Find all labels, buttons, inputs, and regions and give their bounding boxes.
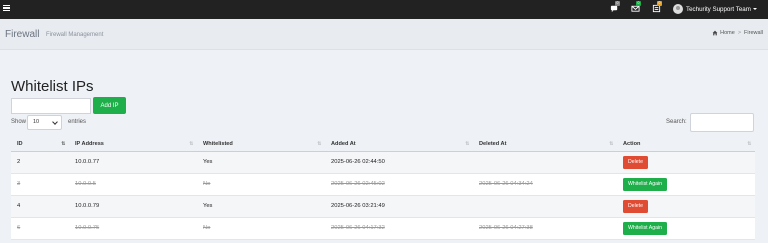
- cell-whitelisted: Yes: [197, 195, 325, 218]
- user-menu[interactable]: Techurity Support Team: [673, 3, 757, 15]
- cell-deleted: 2025-06-26 04:34:24: [473, 173, 617, 196]
- tasks-icon[interactable]: 0: [652, 1, 662, 14]
- cell-ip: 10.0.0.75: [69, 217, 197, 240]
- cell-action: Delete: [617, 151, 755, 174]
- entries-select[interactable]: 10: [27, 115, 62, 130]
- column-header-id[interactable]: ID ⇅: [11, 137, 69, 152]
- cell-whitelisted: No: [197, 217, 325, 240]
- cell-whitelisted: No: [197, 173, 325, 196]
- section-heading: Whitelist IPs: [11, 78, 94, 95]
- cell-whitelisted: Yes: [197, 151, 325, 174]
- cell-id: 6: [11, 217, 69, 240]
- menu-toggle-icon[interactable]: [3, 5, 10, 12]
- messages-badge: 0: [615, 1, 620, 6]
- table-header-row: ID ⇅ IP Address ⇅ Whitelisted ⇅ Added At ⇅ D…: [11, 137, 755, 152]
- search-label: Search:: [666, 119, 687, 125]
- home-icon: [712, 30, 718, 36]
- column-header-deleted[interactable]: Deleted At ⇅: [473, 137, 617, 152]
- cell-added: 2025-06-26 04:17:32: [325, 217, 473, 240]
- cell-id: 4: [11, 195, 69, 218]
- user-name: Techurity Support Team: [686, 5, 751, 13]
- sort-icon: ⇅: [189, 141, 193, 147]
- search-input[interactable]: [690, 113, 754, 132]
- cell-action: Whitelist Again: [617, 173, 755, 196]
- cell-added: 2025-06-26 02:45:02: [325, 173, 473, 196]
- chevron-down-icon: [52, 119, 58, 125]
- column-header-ip[interactable]: IP Address ⇅: [69, 137, 197, 152]
- ip-input[interactable]: [11, 98, 91, 114]
- breadcrumb-separator: >: [737, 30, 742, 36]
- delete-button[interactable]: Delete: [623, 199, 648, 213]
- mail-icon[interactable]: 0: [631, 1, 641, 14]
- avatar: [673, 4, 683, 14]
- sort-icon: ⇅: [747, 141, 751, 147]
- whitelist-again-button[interactable]: Whitelist Again: [623, 177, 668, 191]
- cell-id: 3: [11, 173, 69, 196]
- sort-icon: ⇅: [609, 141, 613, 147]
- top-navbar: 0 0 0 Techurity Support Team: [0, 0, 768, 19]
- cell-deleted: 2025-06-26 04:27:38: [473, 217, 617, 240]
- messages-icon[interactable]: 0: [610, 1, 620, 14]
- whitelist-table: ID ⇅ IP Address ⇅ Whitelisted ⇅ Added At ⇅ D…: [11, 137, 755, 240]
- column-header-action[interactable]: Action ⇅: [617, 137, 755, 152]
- column-header-whitelisted[interactable]: Whitelisted ⇅: [197, 137, 325, 152]
- table-row: 6 10.0.0.75 No 2025-06-26 04:17:32 2025-…: [11, 217, 755, 240]
- delete-button[interactable]: Delete: [623, 155, 648, 169]
- entries-label: entries: [68, 119, 87, 125]
- column-header-added[interactable]: Added At ⇅: [325, 137, 473, 152]
- whitelist-again-button[interactable]: Whitelist Again: [623, 221, 668, 235]
- cell-id: 2: [11, 151, 69, 174]
- page-title: Firewall: [5, 29, 40, 40]
- cell-added: 2025-06-26 03:21:49: [325, 195, 473, 218]
- add-ip-button[interactable]: Add IP: [93, 97, 126, 114]
- sort-icon: ⇅: [61, 141, 65, 147]
- mail-badge: 0: [636, 1, 641, 6]
- sort-icon: ⇅: [465, 141, 469, 147]
- chevron-down-icon: [752, 8, 757, 10]
- main-content: Whitelist IPs Add IP Show 10 entries Sea…: [0, 51, 768, 243]
- cell-ip: 10.0.0.79: [69, 195, 197, 218]
- cell-action: Whitelist Again: [617, 217, 755, 240]
- table-row: 3 10.0.0.5 No 2025-06-26 02:45:02 2025-0…: [11, 173, 755, 196]
- cell-deleted: [473, 195, 617, 218]
- page-header: Firewall Firewall Management Home > Fire…: [0, 19, 768, 50]
- cell-deleted: [473, 151, 617, 174]
- sort-icon: ⇅: [317, 141, 321, 147]
- table-row: 4 10.0.0.79 Yes 2025-06-26 03:21:49 Dele…: [11, 195, 755, 218]
- table-row: 2 10.0.0.77 Yes 2025-06-26 02:44:50 Dele…: [11, 151, 755, 174]
- tasks-badge: 0: [657, 1, 662, 6]
- breadcrumb-home[interactable]: Home: [720, 30, 735, 36]
- breadcrumb: Home > Firewall: [712, 30, 763, 36]
- cell-action: Delete: [617, 195, 755, 218]
- cell-added: 2025-06-26 02:44:50: [325, 151, 473, 174]
- show-label: Show: [11, 119, 27, 125]
- entries-select-value: 10: [33, 119, 40, 125]
- cell-ip: 10.0.0.5: [69, 173, 197, 196]
- cell-ip: 10.0.0.77: [69, 151, 197, 174]
- breadcrumb-current: Firewall: [744, 30, 763, 36]
- page-subtitle: Firewall Management: [46, 32, 104, 38]
